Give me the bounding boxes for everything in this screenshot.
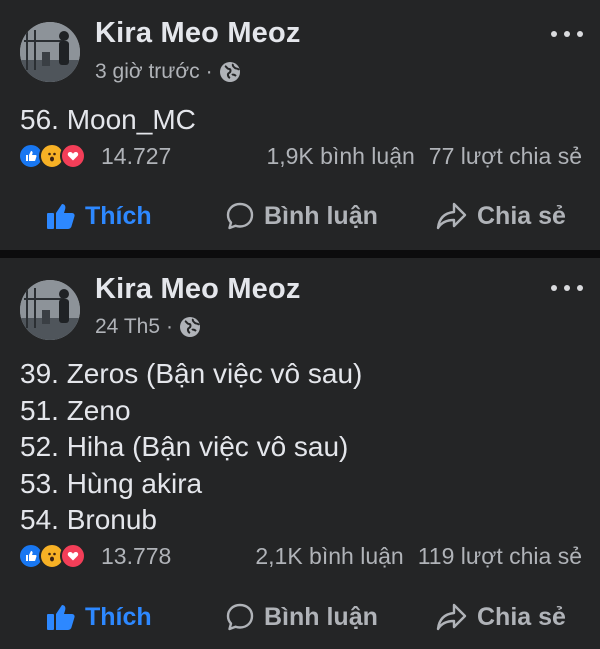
more-options-icon[interactable] (551, 281, 583, 295)
avatar[interactable] (20, 22, 80, 82)
content-line: 53. Hùng akira (20, 467, 203, 499)
share-label: Chia sẻ (477, 201, 566, 230)
share-button[interactable]: Chia sẻ (436, 602, 566, 632)
content-line: 52. Hiha (Bận việc vô sau) (20, 431, 349, 462)
post-content: 56. Moon_MC (20, 102, 196, 139)
comment-label: Bình luận (264, 201, 378, 230)
post-actions: Thích Bình luận Chia sẻ (0, 597, 600, 637)
post-content: 39. Zeros (Bận việc vô sau) 51. Zeno 52.… (20, 356, 362, 539)
comment-count[interactable]: 1,9K bình luận (266, 143, 414, 170)
content-line: 39. Zeros (Bận việc vô sau) (20, 358, 363, 389)
comment-button[interactable]: Bình luận (225, 602, 378, 632)
share-count[interactable]: 77 lượt chia sẻ (429, 143, 582, 170)
post-stats: 13.778 2,1K bình luận 119 lượt chia sẻ (18, 541, 582, 571)
like-button[interactable]: Thích (46, 603, 152, 632)
comment-label: Bình luận (264, 602, 378, 631)
love-reaction-icon (60, 143, 86, 169)
meta-separator: · (205, 60, 213, 83)
globe-icon (179, 316, 201, 338)
post-meta: 3 giờ trước · (95, 60, 241, 84)
comment-count[interactable]: 2,1K bình luận (255, 543, 403, 570)
post-stats: 14.727 1,9K bình luận 77 lượt chia sẻ (18, 141, 582, 171)
reaction-count[interactable]: 13.778 (101, 543, 171, 570)
author-name[interactable]: Kira Meo Meoz (95, 17, 301, 50)
content-line: 51. Zeno (20, 394, 131, 426)
like-button[interactable]: Thích (46, 202, 152, 231)
globe-icon (219, 61, 241, 83)
comment-bubble-icon (225, 201, 255, 231)
post-card: Kira Meo Meoz 3 giờ trước · 56. Moon_MC … (0, 0, 600, 250)
meta-separator: · (166, 315, 173, 338)
reactions[interactable] (18, 543, 86, 569)
post-actions: Thích Bình luận Chia sẻ (0, 196, 600, 236)
share-button[interactable]: Chia sẻ (436, 201, 566, 231)
content-line: 56. Moon_MC (20, 104, 196, 135)
thumbs-up-icon (46, 202, 76, 230)
comment-bubble-icon (225, 602, 255, 632)
love-reaction-icon (60, 543, 86, 569)
like-label: Thích (85, 201, 152, 230)
author-name[interactable]: Kira Meo Meoz (95, 273, 301, 306)
share-label: Chia sẻ (477, 602, 566, 631)
share-arrow-icon (436, 602, 468, 632)
post-card: Kira Meo Meoz 24 Th5 · 39. Zeros (Bận vi… (0, 258, 600, 649)
like-label: Thích (85, 602, 152, 631)
comment-button[interactable]: Bình luận (225, 201, 378, 231)
post-time[interactable]: 24 Th5 (95, 315, 160, 339)
share-arrow-icon (436, 201, 468, 231)
post-meta: 24 Th5 · (95, 315, 201, 339)
thumbs-up-icon (46, 603, 76, 631)
avatar[interactable] (20, 280, 80, 340)
more-options-icon[interactable] (551, 27, 583, 41)
share-count[interactable]: 119 lượt chia sẻ (418, 543, 582, 570)
reactions[interactable] (18, 143, 86, 169)
reaction-count[interactable]: 14.727 (101, 143, 171, 170)
post-time[interactable]: 3 giờ trước (95, 60, 200, 84)
content-line: 54. Bronub (20, 504, 157, 535)
